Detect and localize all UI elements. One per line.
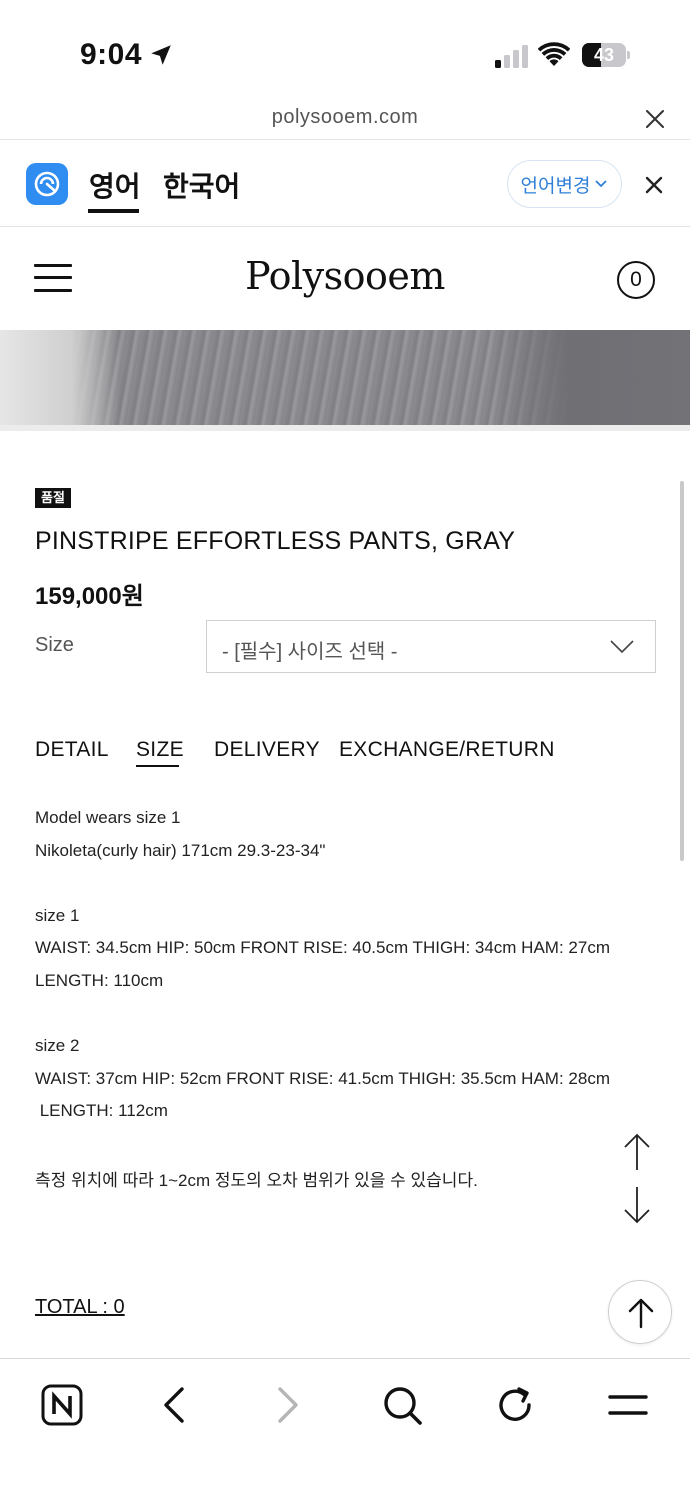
status-bar: 9:04 43 (0, 0, 690, 100)
location-arrow-icon (151, 45, 171, 65)
active-language-indicator (88, 209, 139, 213)
tab-detail[interactable]: DETAIL (35, 738, 109, 762)
size-select-placeholder: - [필수] 사이즈 선택 - (222, 641, 398, 663)
model-detail-text: Nikoleta(curly hair) 171cm 29.3-23-34" (35, 841, 326, 860)
sold-out-badge: 품절 (35, 488, 71, 508)
tab-exchange-return[interactable]: EXCHANGE/RETURN (339, 738, 555, 762)
arrow-up-icon (628, 1298, 654, 1329)
model-size-text: Model wears size 1 (35, 808, 181, 827)
total-text: TOTAL : 0 (35, 1296, 125, 1318)
chevron-down-icon (595, 180, 608, 188)
size2-measurements: WAIST: 37cm HIP: 52cm FRONT RISE: 41.5cm… (35, 1069, 610, 1088)
size1-length: LENGTH: 110cm (35, 971, 164, 990)
page-scrollbar[interactable] (680, 481, 684, 861)
change-language-label: 언어변경 (520, 175, 591, 197)
translate-close-icon[interactable] (645, 176, 663, 194)
change-language-button[interactable]: 언어변경 (507, 160, 622, 208)
tab-size[interactable]: SIZE (136, 738, 184, 762)
measurement-note: 측정 위치에 따라 1~2cm 정도의 오차 범위가 있을 수 있습니다. (35, 1171, 478, 1190)
menu-icon[interactable] (606, 1383, 650, 1427)
back-icon[interactable] (152, 1383, 196, 1427)
refresh-icon[interactable] (493, 1383, 537, 1427)
tab-delivery[interactable]: DELIVERY (214, 738, 320, 762)
url-text[interactable]: polysooem.com (0, 106, 690, 129)
size-label: Size (35, 634, 74, 656)
size-select[interactable]: - [필수] 사이즈 선택 - (206, 620, 656, 673)
divider (0, 425, 690, 431)
language-korean-tab[interactable]: 한국어 (163, 165, 240, 205)
forward-icon[interactable] (266, 1383, 310, 1427)
product-price: 159,000원 (35, 583, 144, 610)
battery-indicator: 43 (582, 43, 630, 67)
search-icon[interactable] (380, 1383, 424, 1427)
size2-length: LENGTH: 112cm (35, 1101, 168, 1120)
brand-logo[interactable]: Polysooem (0, 254, 690, 298)
site-header: Polysooem 0 (0, 228, 690, 328)
product-image (0, 330, 690, 425)
scroll-up-arrow-icon[interactable] (622, 1132, 652, 1172)
chevron-down-icon (610, 640, 634, 654)
cart-count-button[interactable]: 0 (617, 261, 655, 299)
browser-toolbar (0, 1358, 690, 1500)
size1-measurements: WAIST: 34.5cm HIP: 50cm FRONT RISE: 40.5… (35, 938, 610, 957)
language-english-tab[interactable]: 영어 (89, 165, 141, 205)
battery-percent: 43 (593, 45, 615, 65)
scroll-to-top-button[interactable] (608, 1280, 672, 1344)
size2-title: size 2 (35, 1036, 80, 1055)
wifi-icon (538, 42, 570, 66)
address-bar[interactable]: polysooem.com (0, 100, 690, 140)
cellular-signal-icon (495, 45, 528, 68)
translate-logo-icon (26, 163, 68, 205)
close-icon[interactable] (644, 108, 666, 130)
status-time: 9:04 (80, 38, 143, 71)
scroll-down-arrow-icon[interactable] (622, 1185, 652, 1225)
translate-bar: 영어 한국어 언어변경 (0, 141, 690, 227)
product-name: PINSTRIPE EFFORTLESS PANTS, GRAY (35, 527, 516, 555)
naver-icon[interactable] (40, 1383, 84, 1427)
size1-title: size 1 (35, 906, 80, 925)
active-tab-indicator (136, 765, 179, 767)
